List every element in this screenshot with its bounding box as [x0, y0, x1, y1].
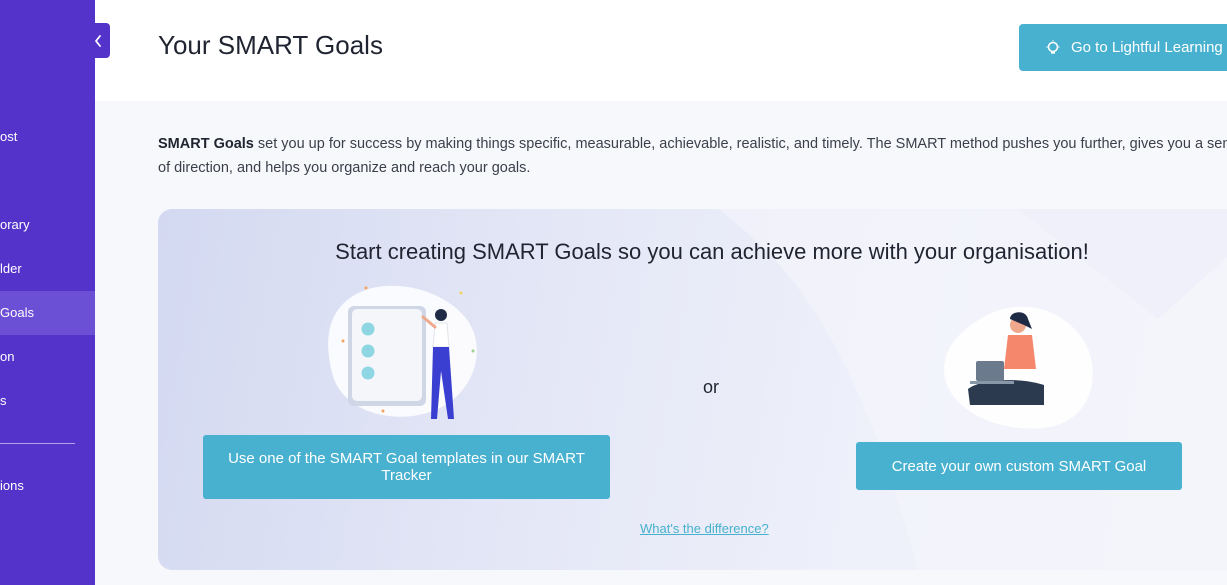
sidebar-item-builder[interactable]: lder: [0, 247, 95, 291]
learn-button-label: Go to Lightful Learning: [1071, 39, 1223, 56]
sidebar: ost orary lder Goals on s ions: [0, 0, 95, 585]
sidebar-item-label: orary: [0, 217, 30, 232]
intro-text: SMART Goals set you up for success by ma…: [158, 132, 1227, 180]
intro-body: set you up for success by making things …: [158, 136, 1227, 176]
intro-bold: SMART Goals: [158, 136, 254, 152]
card-headline: Start creating SMART Goals so you can ac…: [335, 239, 1089, 264]
sidebar-item-library[interactable]: orary: [0, 203, 95, 247]
sidebar-item-s[interactable]: s: [0, 379, 95, 423]
sidebar-item-post[interactable]: ost: [0, 115, 95, 159]
sidebar-item-on[interactable]: on: [0, 335, 95, 379]
laptop-person-illustration: [944, 306, 1093, 429]
go-to-lightful-learning-button[interactable]: Go to Lightful Learning: [1019, 24, 1227, 71]
sidebar-item-label: ions: [0, 478, 24, 493]
use-smart-goal-template-button[interactable]: Use one of the SMART Goal templates in o…: [203, 435, 610, 499]
sidebar-collapse-button[interactable]: [86, 23, 110, 58]
sidebar-item-label: on: [0, 349, 15, 364]
sidebar-item-smart-goals[interactable]: Goals: [0, 291, 95, 335]
page-header: Your SMART Goals Go to Lightful Learning: [95, 0, 1227, 101]
sidebar-item-label: s: [0, 393, 7, 408]
sidebar-item-label: Goals: [0, 305, 34, 320]
chevron-left-icon: [95, 34, 101, 47]
sidebar-divider: [0, 443, 75, 444]
checklist-woman-illustration: [328, 285, 477, 419]
sidebar-item-ions[interactable]: ions: [0, 464, 95, 508]
sidebar-item-label: ost: [0, 129, 18, 144]
or-divider-text: or: [703, 377, 720, 397]
sidebar-item-label: lder: [0, 261, 22, 276]
lightbulb-icon: [1045, 39, 1061, 56]
whats-the-difference-link[interactable]: What's the difference?: [640, 521, 769, 536]
page-title: Your SMART Goals: [158, 30, 383, 60]
create-custom-smart-goal-button[interactable]: Create your own custom SMART Goal: [856, 442, 1182, 490]
smart-goals-card: Start creating SMART Goals so you can ac…: [158, 209, 1227, 570]
